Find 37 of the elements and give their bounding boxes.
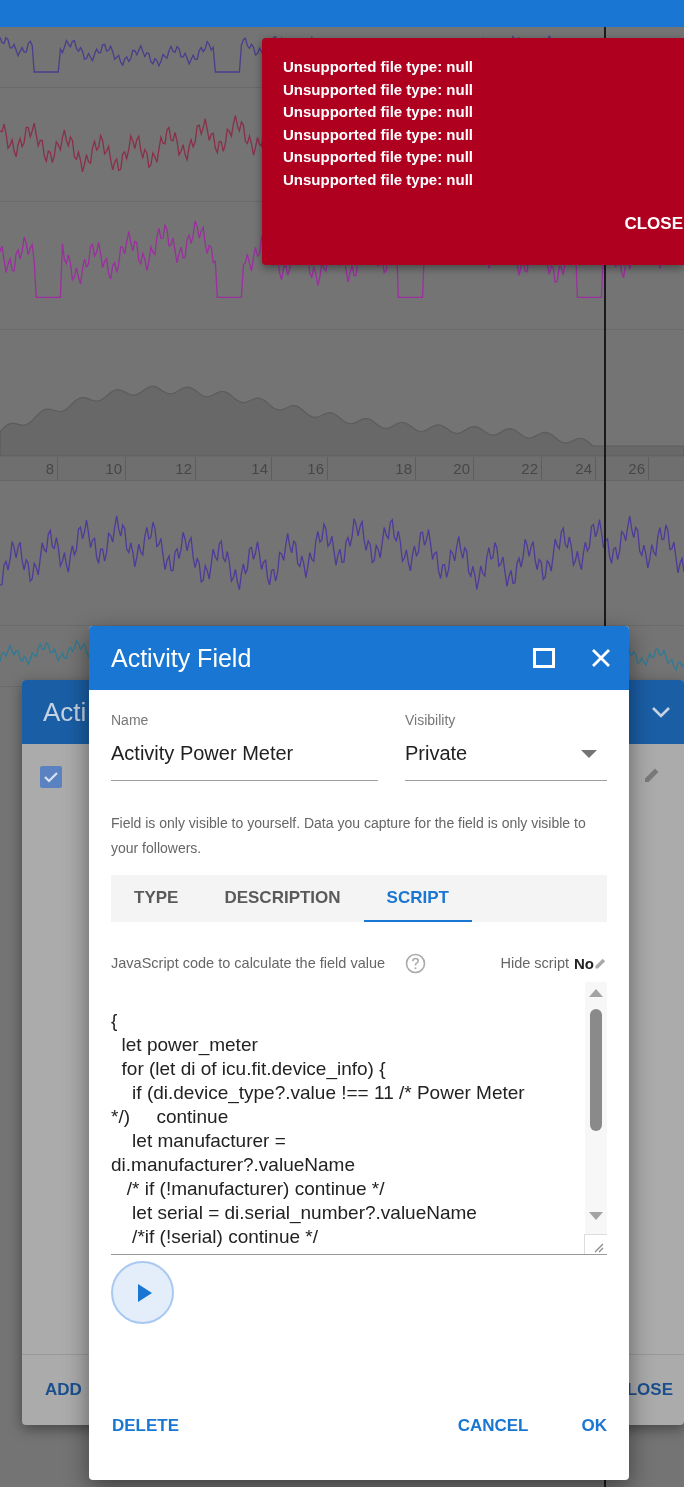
footer-button[interactable]: ADD — [45, 1380, 82, 1400]
scroll-up-icon[interactable] — [589, 989, 603, 997]
checkbox[interactable] — [40, 766, 62, 788]
script-editor-field[interactable]: { let power_meter for (let di of icu.fit.device_info) { if (di.device_type?.value !== 11 /* Power Meter */) continue let manufacturer = di.manufacturer?.valueName /* if (!manufacturer) continue */ let serial = di.serial_number?.valueName /*if (!serial) continue */ — [111, 982, 607, 1255]
maximize-button[interactable] — [533, 648, 555, 668]
play-icon — [137, 1283, 152, 1302]
error-message: Unsupported file type: null — [283, 57, 474, 77]
scroll-down-icon[interactable] — [589, 1212, 603, 1220]
scrollbar[interactable] — [585, 982, 607, 1235]
help-icon[interactable] — [405, 952, 427, 974]
chevron-down-icon[interactable] — [650, 705, 672, 719]
hide-script-value: No — [574, 954, 594, 972]
error-message: Unsupported file type: null — [283, 124, 474, 145]
close-button[interactable] — [591, 648, 611, 668]
dialog-button[interactable]: CANCEL — [457, 1416, 529, 1436]
script-label: JavaScript code to calculate the field value — [111, 955, 386, 971]
hide-script-label: Hide script — [500, 955, 569, 971]
dialog-button[interactable]: OK — [581, 1416, 607, 1436]
tab[interactable]: TYPE — [111, 875, 202, 922]
error-message: Unsupported file type: null — [283, 169, 474, 190]
dialog-title: Activity Field — [111, 643, 253, 673]
name-field[interactable]: Name Activity Power Meter — [111, 712, 378, 781]
pencil-icon[interactable] — [594, 956, 607, 970]
tab[interactable]: DESCRIPTION — [201, 875, 364, 922]
error-message: Unsupported file type: null — [283, 102, 474, 122]
resize-handle-icon[interactable] — [584, 1234, 607, 1254]
dropdown-caret-icon — [581, 749, 597, 758]
tab[interactable]: SCRIPT — [363, 875, 472, 922]
error-message: Unsupported file type: null — [283, 147, 474, 167]
checkmark-icon — [43, 771, 59, 783]
dialog-button[interactable]: DELETE — [112, 1416, 180, 1436]
dialog-title: Acti — [43, 696, 87, 728]
error-message: Unsupported file type: null — [283, 79, 474, 100]
close-button[interactable]: CLOSE — [620, 214, 684, 234]
helper-text: Field is only visible to yourself. Data you capture for the field is only visible to your followers. — [111, 814, 587, 858]
visibility-select[interactable]: Visibility Private — [405, 712, 607, 781]
pencil-icon[interactable] — [643, 766, 661, 784]
